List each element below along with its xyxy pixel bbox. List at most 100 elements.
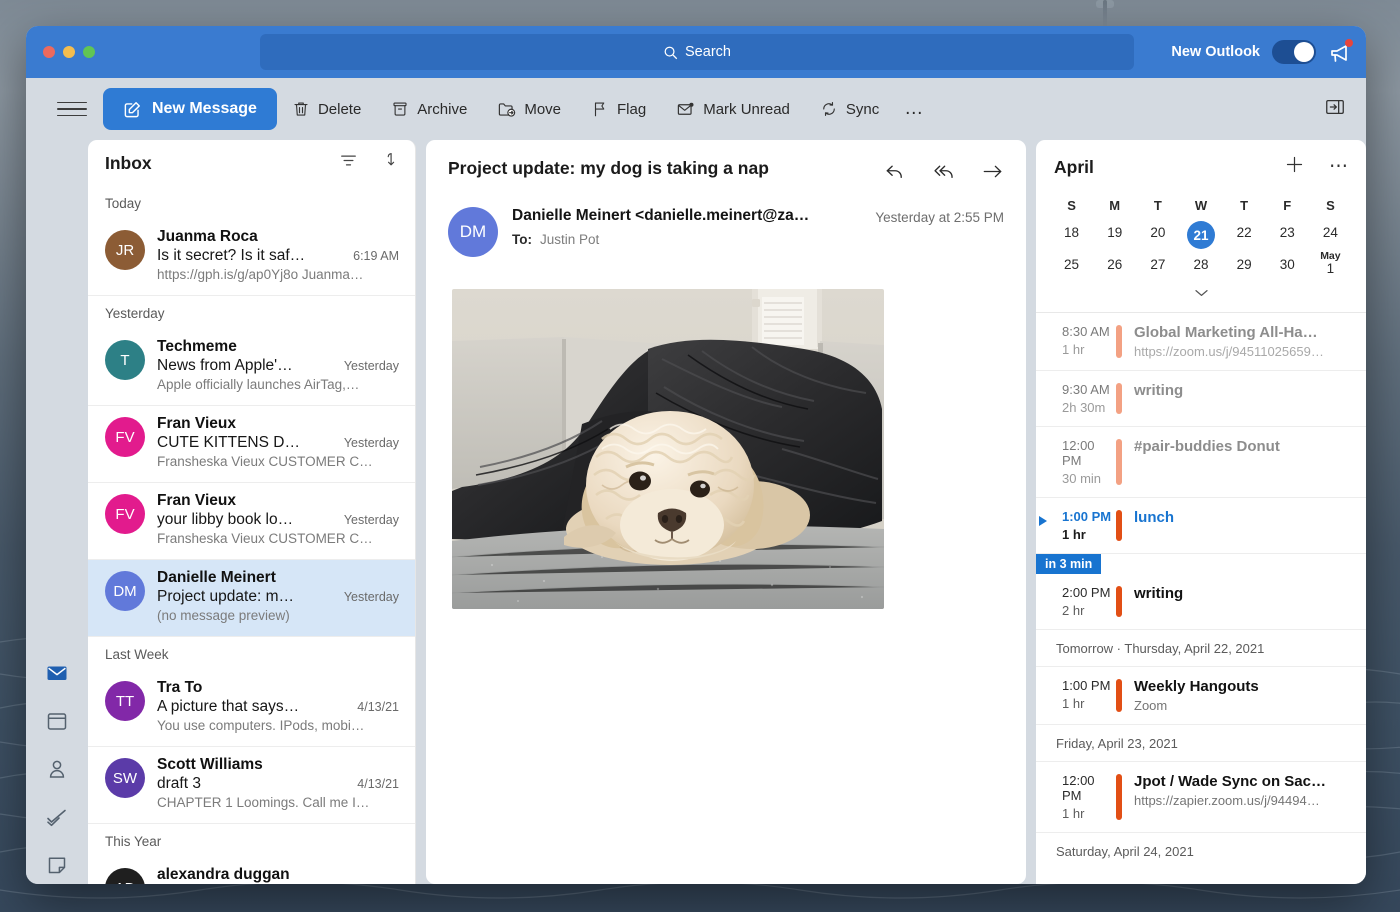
- calendar-day[interactable]: 30: [1266, 251, 1309, 282]
- message-summary: Juanma Roca Is it secret? Is it saf… 6:19 …: [157, 228, 399, 282]
- rail-item-mail[interactable]: [44, 660, 70, 686]
- maximize-button[interactable]: [83, 46, 95, 58]
- message-group-label: This Year: [105, 834, 162, 849]
- message-date: Yesterday: [343, 590, 399, 604]
- minimize-button[interactable]: [63, 46, 75, 58]
- agenda-list[interactable]: 8:30 AM 1 hr Global Marketing All-Ha… https…: [1036, 313, 1366, 884]
- message-subject-row: CUTE KITTENS D… Yesterday: [157, 434, 399, 452]
- event-category-bar: [1116, 774, 1122, 821]
- current-event-marker-icon: [1039, 516, 1047, 527]
- message-preview: Apple officially launches AirTag,…: [157, 377, 360, 392]
- sender-name[interactable]: Danielle Meinert <danielle.meinert@za…: [512, 207, 861, 225]
- message-date: 4/13/21: [357, 700, 399, 714]
- sidebar-toggle-button[interactable]: [57, 94, 87, 124]
- calendar-weekday: F: [1283, 198, 1292, 213]
- more-options-button[interactable]: …: [894, 89, 934, 129]
- message-preview: https://gph.is/g/ap0Yj8o Juanma…: [157, 267, 364, 282]
- new-message-label: New Message: [152, 100, 257, 117]
- rail-item-notes[interactable]: [44, 852, 70, 878]
- calendar-day[interactable]: 26: [1093, 251, 1136, 282]
- calendar-weekday: S: [1326, 198, 1335, 213]
- rail-item-tasks[interactable]: [44, 804, 70, 830]
- announcements-button[interactable]: [1328, 39, 1353, 64]
- rail-item-calendar[interactable]: [44, 708, 70, 734]
- agenda-event[interactable]: 1:00 PM 1 hr Weekly Hangouts Zoom: [1036, 667, 1366, 726]
- message-summary: alexandra duggan: [157, 866, 399, 884]
- message-list-item[interactable]: JR Juanma Roca Is it secret? Is it saf… 6:1…: [88, 219, 415, 296]
- message-summary: Danielle Meinert Project update: m… Yester…: [157, 569, 399, 623]
- message-sender: Juanma Roca: [157, 228, 258, 245]
- forward-button[interactable]: [981, 160, 1004, 188]
- rail-item-people[interactable]: [44, 756, 70, 782]
- reply-button[interactable]: [883, 160, 906, 188]
- add-event-button[interactable]: [1284, 154, 1305, 180]
- message-sender: Techmeme: [157, 338, 237, 355]
- calendar-day[interactable]: 18: [1050, 219, 1093, 251]
- email-attachment-image[interactable]: [452, 289, 884, 609]
- move-button[interactable]: Move: [482, 89, 576, 129]
- close-button[interactable]: [43, 46, 55, 58]
- agenda-event[interactable]: 12:00 PM 30 min #pair-buddies Donut: [1036, 427, 1366, 499]
- agenda-event[interactable]: 2:00 PM 2 hr writing: [1036, 574, 1366, 631]
- filter-button[interactable]: [339, 151, 358, 175]
- event-soon-badge-wrapper: in 3 min: [1036, 554, 1366, 575]
- calendar-expand-button[interactable]: [1036, 282, 1366, 312]
- message-list-item[interactable]: TT Tra To A picture that says… 4/13/21 You u…: [88, 670, 415, 747]
- new-message-button[interactable]: New Message: [103, 88, 277, 130]
- calendar-day[interactable]: 19: [1093, 219, 1136, 251]
- flag-button[interactable]: Flag: [576, 89, 661, 129]
- sender-avatar: DM: [448, 207, 498, 257]
- calendar-day[interactable]: 28: [1179, 251, 1222, 282]
- calendar-day[interactable]: 24: [1309, 219, 1352, 251]
- calendar-day[interactable]: 22: [1223, 219, 1266, 251]
- sync-button[interactable]: Sync: [805, 89, 894, 129]
- calendar-week-row: 18 19 20 21 22 23 24: [1050, 219, 1352, 251]
- email-body: [426, 257, 1026, 884]
- new-outlook-label: New Outlook: [1171, 44, 1260, 60]
- calendar-more-button[interactable]: ⋯: [1329, 157, 1348, 177]
- delete-button[interactable]: Delete: [277, 89, 376, 129]
- archive-button[interactable]: Archive: [376, 89, 482, 129]
- mark-unread-button[interactable]: Mark Unread: [661, 89, 805, 129]
- event-text-block: lunch: [1134, 509, 1352, 542]
- message-list-item[interactable]: DM Danielle Meinert Project update: m… Yest…: [88, 560, 415, 637]
- message-preview: Fransheska Vieux CUSTOMER C…: [157, 531, 373, 546]
- event-title: writing: [1134, 382, 1184, 400]
- message-subject-row: Is it secret? Is it saf… 6:19 AM: [157, 247, 399, 265]
- message-list-scroll[interactable]: Today JR Juanma Roca Is it secret? Is it sa…: [88, 186, 415, 884]
- reply-all-button[interactable]: [932, 160, 955, 188]
- calendar-day[interactable]: May 1: [1309, 250, 1352, 282]
- message-list-item[interactable]: AD alexandra duggan: [88, 857, 415, 884]
- event-start-time: 9:30 AM: [1062, 382, 1110, 398]
- toggle-reading-pane-button[interactable]: [1324, 96, 1346, 123]
- agenda-event[interactable]: 1:00 PM 1 hr lunch: [1036, 498, 1366, 555]
- today-highlight: 21: [1186, 221, 1215, 249]
- search-input[interactable]: Search: [260, 34, 1134, 70]
- new-outlook-toggle[interactable]: [1272, 40, 1316, 64]
- message-list-item[interactable]: T Techmeme News from Apple'… Yesterday Apple…: [88, 329, 415, 406]
- event-soon-badge: in 3 min: [1036, 554, 1102, 575]
- agenda-event[interactable]: 12:00 PM 1 hr Jpot / Wade Sync on Sac… http…: [1036, 762, 1366, 834]
- calendar-day[interactable]: 23: [1266, 219, 1309, 251]
- calendar-day[interactable]: 20: [1136, 219, 1179, 251]
- event-text-block: Global Marketing All-Ha… https://zoom.us/…: [1134, 324, 1352, 359]
- message-summary: Fran Vieux your libby book lo… Yesterday Fr…: [157, 492, 399, 546]
- main-content: Inbox Today JR Juanma Roca Is it secret?…: [26, 140, 1366, 884]
- calendar-day[interactable]: 29: [1223, 251, 1266, 282]
- calendar-weekday-row: SMTWTFS: [1050, 192, 1352, 219]
- sync-icon: [823, 101, 835, 117]
- agenda-event[interactable]: 9:30 AM 2h 30m writing: [1036, 371, 1366, 428]
- calendar-day[interactable]: 25: [1050, 251, 1093, 282]
- agenda-event-wrapper: 1:00 PM 1 hr Weekly Hangouts Zoom: [1036, 667, 1366, 726]
- message-list-item[interactable]: FV Fran Vieux your libby book lo… Yesterday…: [88, 483, 415, 560]
- dog-on-couch-photo: [452, 289, 884, 609]
- archive-label: Archive: [417, 100, 468, 118]
- calendar-day[interactable]: 27: [1136, 251, 1179, 282]
- message-subject-row: A picture that says… 4/13/21: [157, 698, 399, 716]
- chevron-down-icon: [1194, 290, 1208, 297]
- message-list-item[interactable]: FV Fran Vieux CUTE KITTENS D… Yesterday Fran…: [88, 406, 415, 483]
- message-list-item[interactable]: SW Scott Williams draft 3 4/13/21 CHAPTER 1 …: [88, 747, 415, 824]
- agenda-event[interactable]: 8:30 AM 1 hr Global Marketing All-Ha… https…: [1036, 313, 1366, 372]
- sort-button[interactable]: [380, 151, 399, 175]
- calendar-day-today[interactable]: 21: [1179, 219, 1222, 251]
